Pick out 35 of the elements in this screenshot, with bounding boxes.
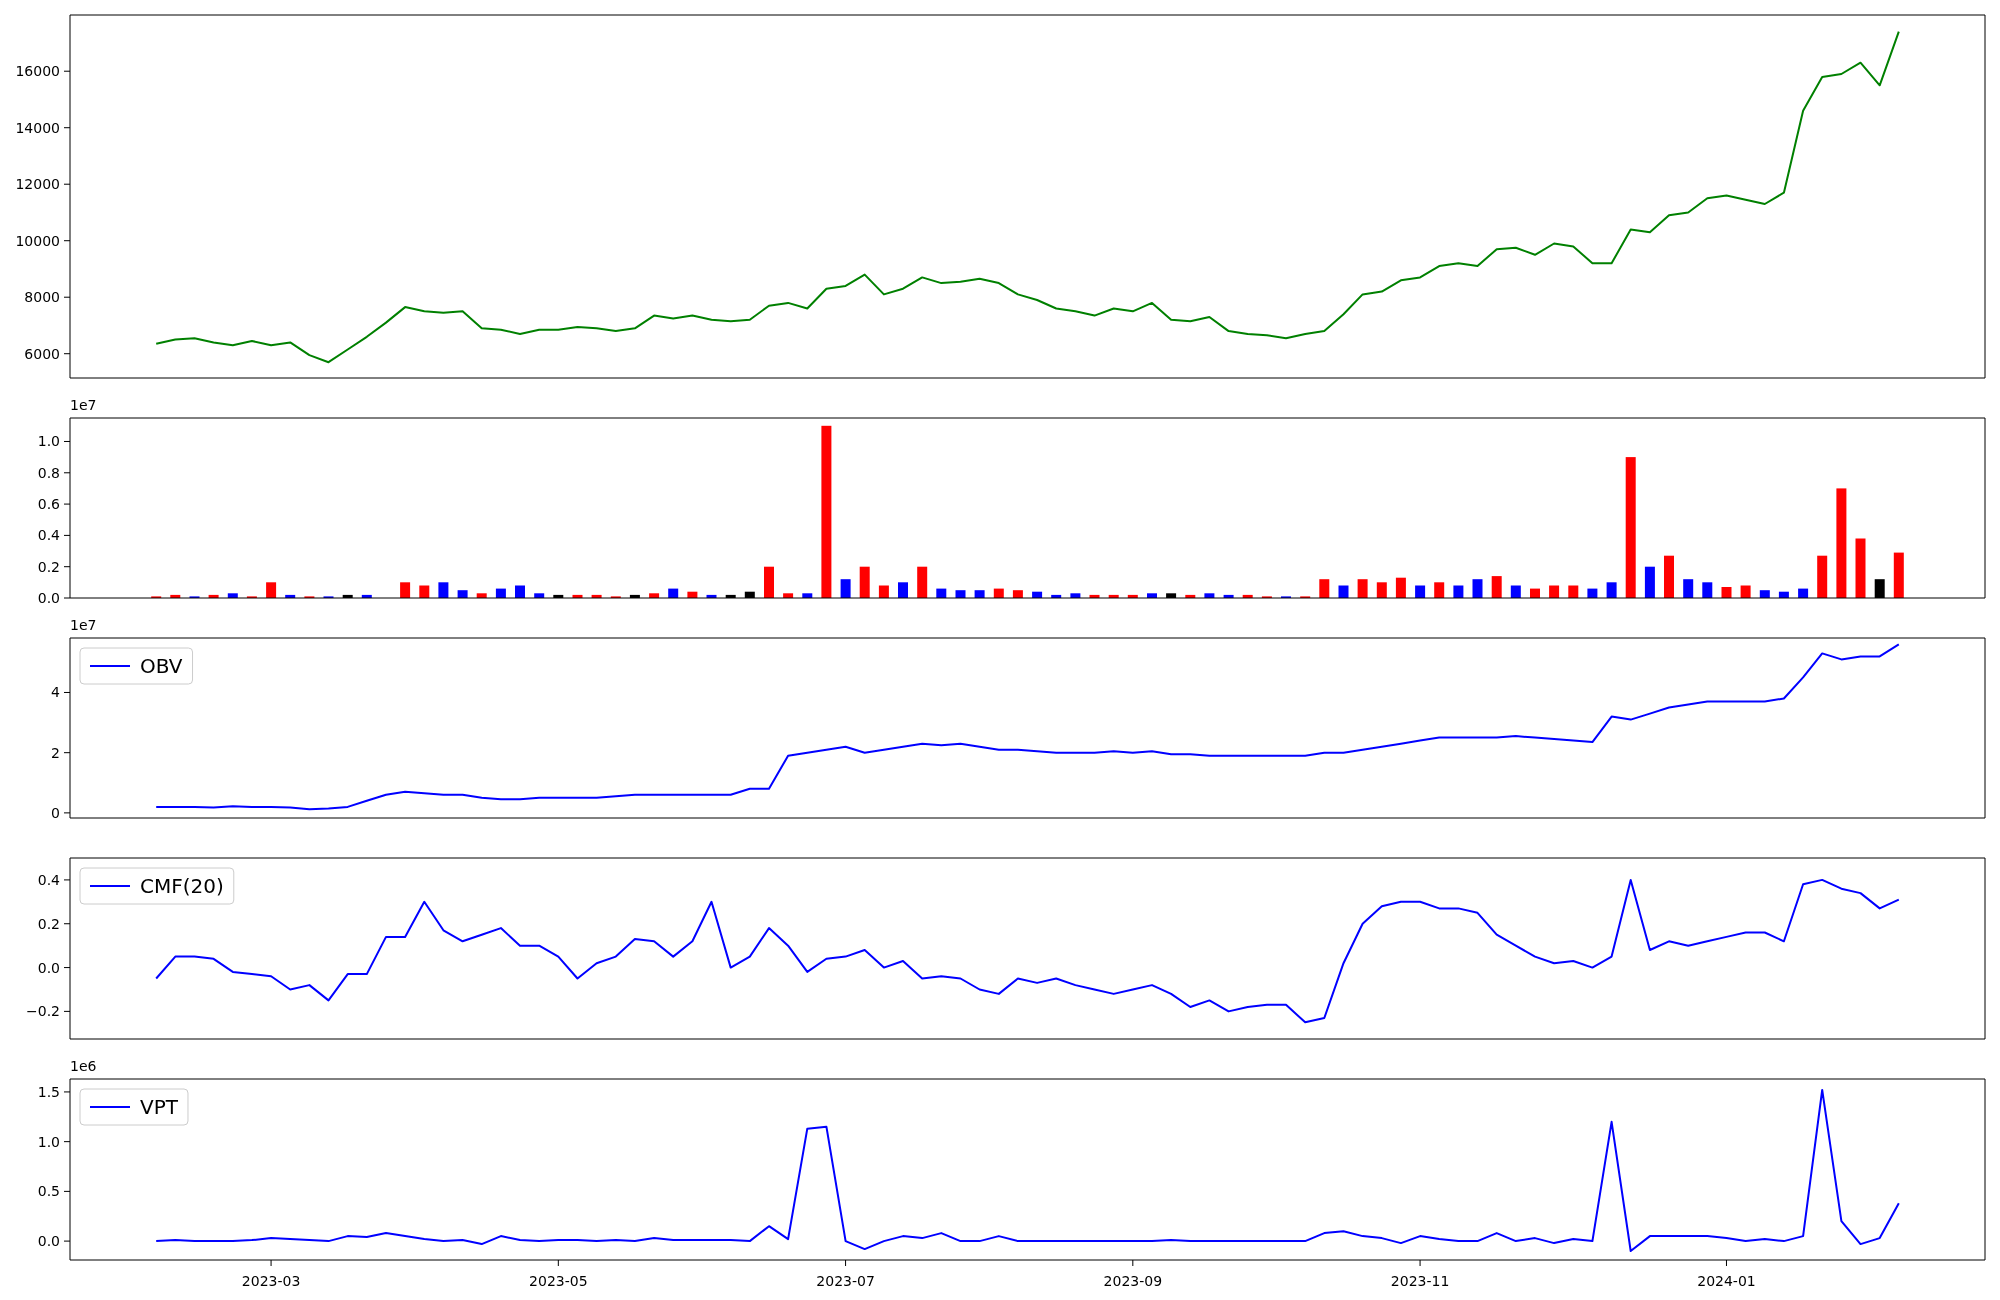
y-tick-label: 0.0 <box>37 959 60 976</box>
y-tick-label: 1.0 <box>37 1133 60 1150</box>
x-tick-label: 2023-11 <box>1390 1273 1450 1289</box>
y-tick-label: 16000 <box>15 63 60 80</box>
axis-offset-label: 1e7 <box>70 617 97 633</box>
legend-label: OBV <box>140 654 183 678</box>
y-tick-label: 8000 <box>24 289 60 306</box>
x-tick-label: 2023-05 <box>529 1273 588 1289</box>
y-tick-label: 0.2 <box>37 915 60 932</box>
legend-label: VPT <box>140 1095 178 1119</box>
y-tick-label: 6000 <box>24 345 60 362</box>
legend-label: CMF(20) <box>140 874 224 898</box>
y-tick-label: 12000 <box>15 176 60 193</box>
y-tick-label: 4 <box>51 684 60 701</box>
y-tick-label: 0 <box>51 804 60 821</box>
y-tick-label: 0.4 <box>37 527 60 544</box>
y-tick-label: 0.0 <box>37 590 60 606</box>
y-tick-label: 10000 <box>15 232 60 249</box>
y-tick-label: 0.2 <box>37 558 60 575</box>
y-tick-label: −0.2 <box>26 1003 60 1020</box>
x-tick-label: 2024-01 <box>1697 1273 1756 1289</box>
axis-offset-label: 1e7 <box>70 397 97 413</box>
y-tick-label: 0.4 <box>37 871 60 888</box>
x-tick-label: 2023-09 <box>1103 1273 1163 1289</box>
y-tick-label: 1.0 <box>37 433 60 450</box>
y-tick-label: 14000 <box>15 119 60 136</box>
axis-offset-label: 1e6 <box>70 1058 97 1074</box>
x-tick-label: 2023-07 <box>816 1273 875 1289</box>
x-tick-label: 2023-03 <box>241 1273 301 1289</box>
y-tick-label: 0.5 <box>37 1183 60 1200</box>
y-tick-label: 2 <box>51 744 60 761</box>
y-tick-label: 1.5 <box>37 1083 60 1100</box>
y-tick-label: 0.6 <box>37 496 60 513</box>
y-tick-label: 0.0 <box>37 1233 60 1250</box>
y-tick-label: 0.8 <box>37 464 60 481</box>
